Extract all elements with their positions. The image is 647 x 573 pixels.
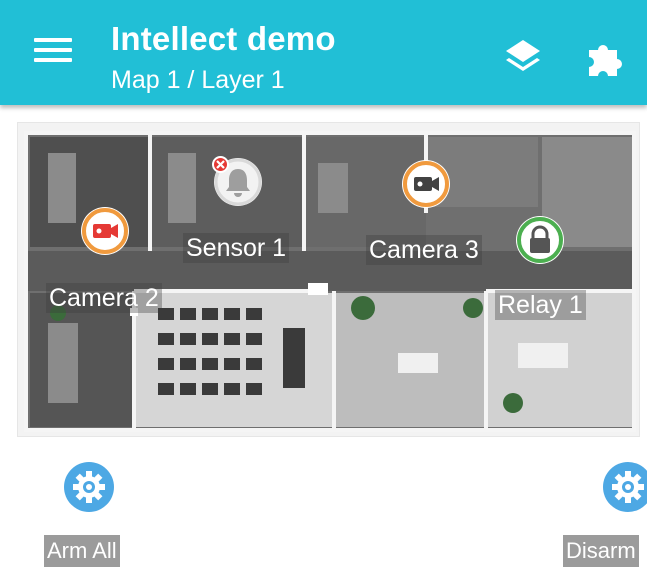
app-bar: Intellect demo Map 1 / Layer 1 <box>0 0 647 105</box>
gear-icon <box>64 462 114 512</box>
floor-plan-map[interactable]: Sensor 1 Camera 2 Camera 3 Relay 1 <box>17 122 640 437</box>
hamburger-menu-icon[interactable] <box>34 38 72 68</box>
camera-2-marker[interactable] <box>81 207 129 255</box>
puzzle-piece-icon[interactable] <box>583 36 629 82</box>
breadcrumb: Map 1 / Layer 1 <box>111 66 285 94</box>
floor-plan-image <box>24 131 636 432</box>
disarm-label: Disarm <box>563 535 639 567</box>
relay-1-label: Relay 1 <box>495 290 586 320</box>
error-x-icon <box>212 156 229 173</box>
gear-icon <box>603 462 647 512</box>
sensor-1-label: Sensor 1 <box>183 233 290 263</box>
camera-2-label: Camera 2 <box>46 283 162 313</box>
arm-all-button[interactable]: Arm All <box>44 460 144 570</box>
disarm-button[interactable]: Disarm <box>563 460 647 570</box>
app-title: Intellect demo <box>111 20 336 57</box>
arm-all-label: Arm All <box>44 535 120 567</box>
relay-1-marker[interactable] <box>516 216 564 264</box>
camera-3-label: Camera 3 <box>366 235 482 265</box>
layers-icon[interactable] <box>500 36 546 76</box>
camera-3-marker[interactable] <box>402 160 450 208</box>
